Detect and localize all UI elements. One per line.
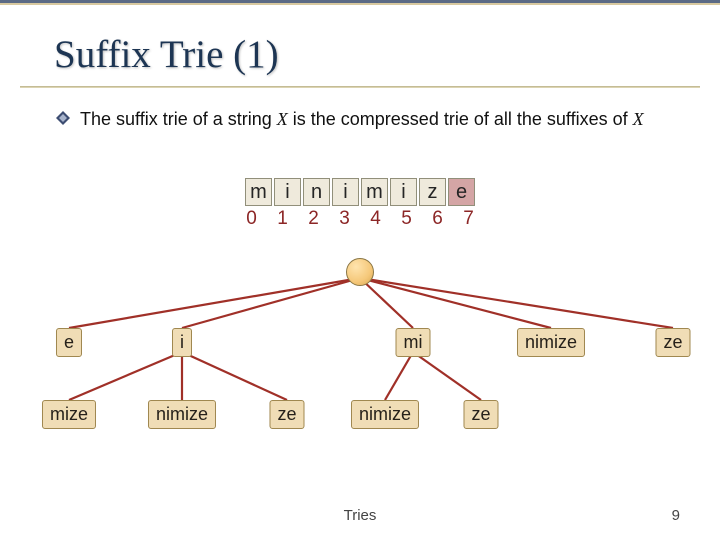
trie-node-nimize: nimize: [517, 328, 585, 357]
bullet-item: The suffix trie of a string X is the com…: [56, 108, 660, 131]
trie-node-ze-3: ze: [463, 400, 498, 429]
title-underline: [20, 86, 700, 88]
char-cell: i: [332, 178, 359, 206]
index-row: 0 1 2 3 4 5 6 7: [237, 206, 483, 232]
char-row: m i n i m i z e: [245, 178, 475, 206]
char-cell: i: [274, 178, 301, 206]
char-cell: n: [303, 178, 330, 206]
string-index-table: m i n i m i z e 0 1 2 3 4 5 6 7: [237, 178, 483, 232]
char-cell: m: [361, 178, 388, 206]
bullet-text-mid: is the compressed trie of all the suffix…: [288, 109, 633, 129]
index-cell: 0: [237, 206, 266, 232]
slide-title: Suffix Trie (1): [54, 32, 279, 77]
bullet-var-x1: X: [277, 109, 288, 129]
footer-label: Tries: [344, 507, 377, 524]
index-cell: 5: [392, 206, 421, 232]
bullet-var-x2: X: [633, 109, 644, 129]
trie-node-e: e: [56, 328, 82, 357]
diamond-bullet-icon: [56, 111, 70, 125]
trie-node-i: i: [172, 328, 192, 357]
char-cell-terminal: e: [448, 178, 475, 206]
trie-node-ze-2: ze: [269, 400, 304, 429]
index-cell: 3: [330, 206, 359, 232]
trie-node-ze: ze: [655, 328, 690, 357]
slide-top-border: [0, 0, 720, 3]
char-cell: i: [390, 178, 417, 206]
index-cell: 7: [454, 206, 483, 232]
trie-node-nimize-3: nimize: [351, 400, 419, 429]
trie-node-mize: mize: [42, 400, 96, 429]
footer-page-number: 9: [672, 507, 680, 524]
char-cell: m: [245, 178, 272, 206]
index-cell: 4: [361, 206, 390, 232]
trie-node-mi: mi: [396, 328, 431, 357]
char-cell: z: [419, 178, 446, 206]
index-cell: 2: [299, 206, 328, 232]
trie-root-node: [346, 258, 374, 286]
suffix-trie-diagram: e i mi nimize ze mize nimize ze nimize z…: [0, 248, 720, 478]
bullet-text: The suffix trie of a string X is the com…: [80, 108, 644, 131]
index-cell: 1: [268, 206, 297, 232]
bullet-text-pre: The suffix trie of a string: [80, 109, 277, 129]
trie-node-nimize-2: nimize: [148, 400, 216, 429]
index-cell: 6: [423, 206, 452, 232]
